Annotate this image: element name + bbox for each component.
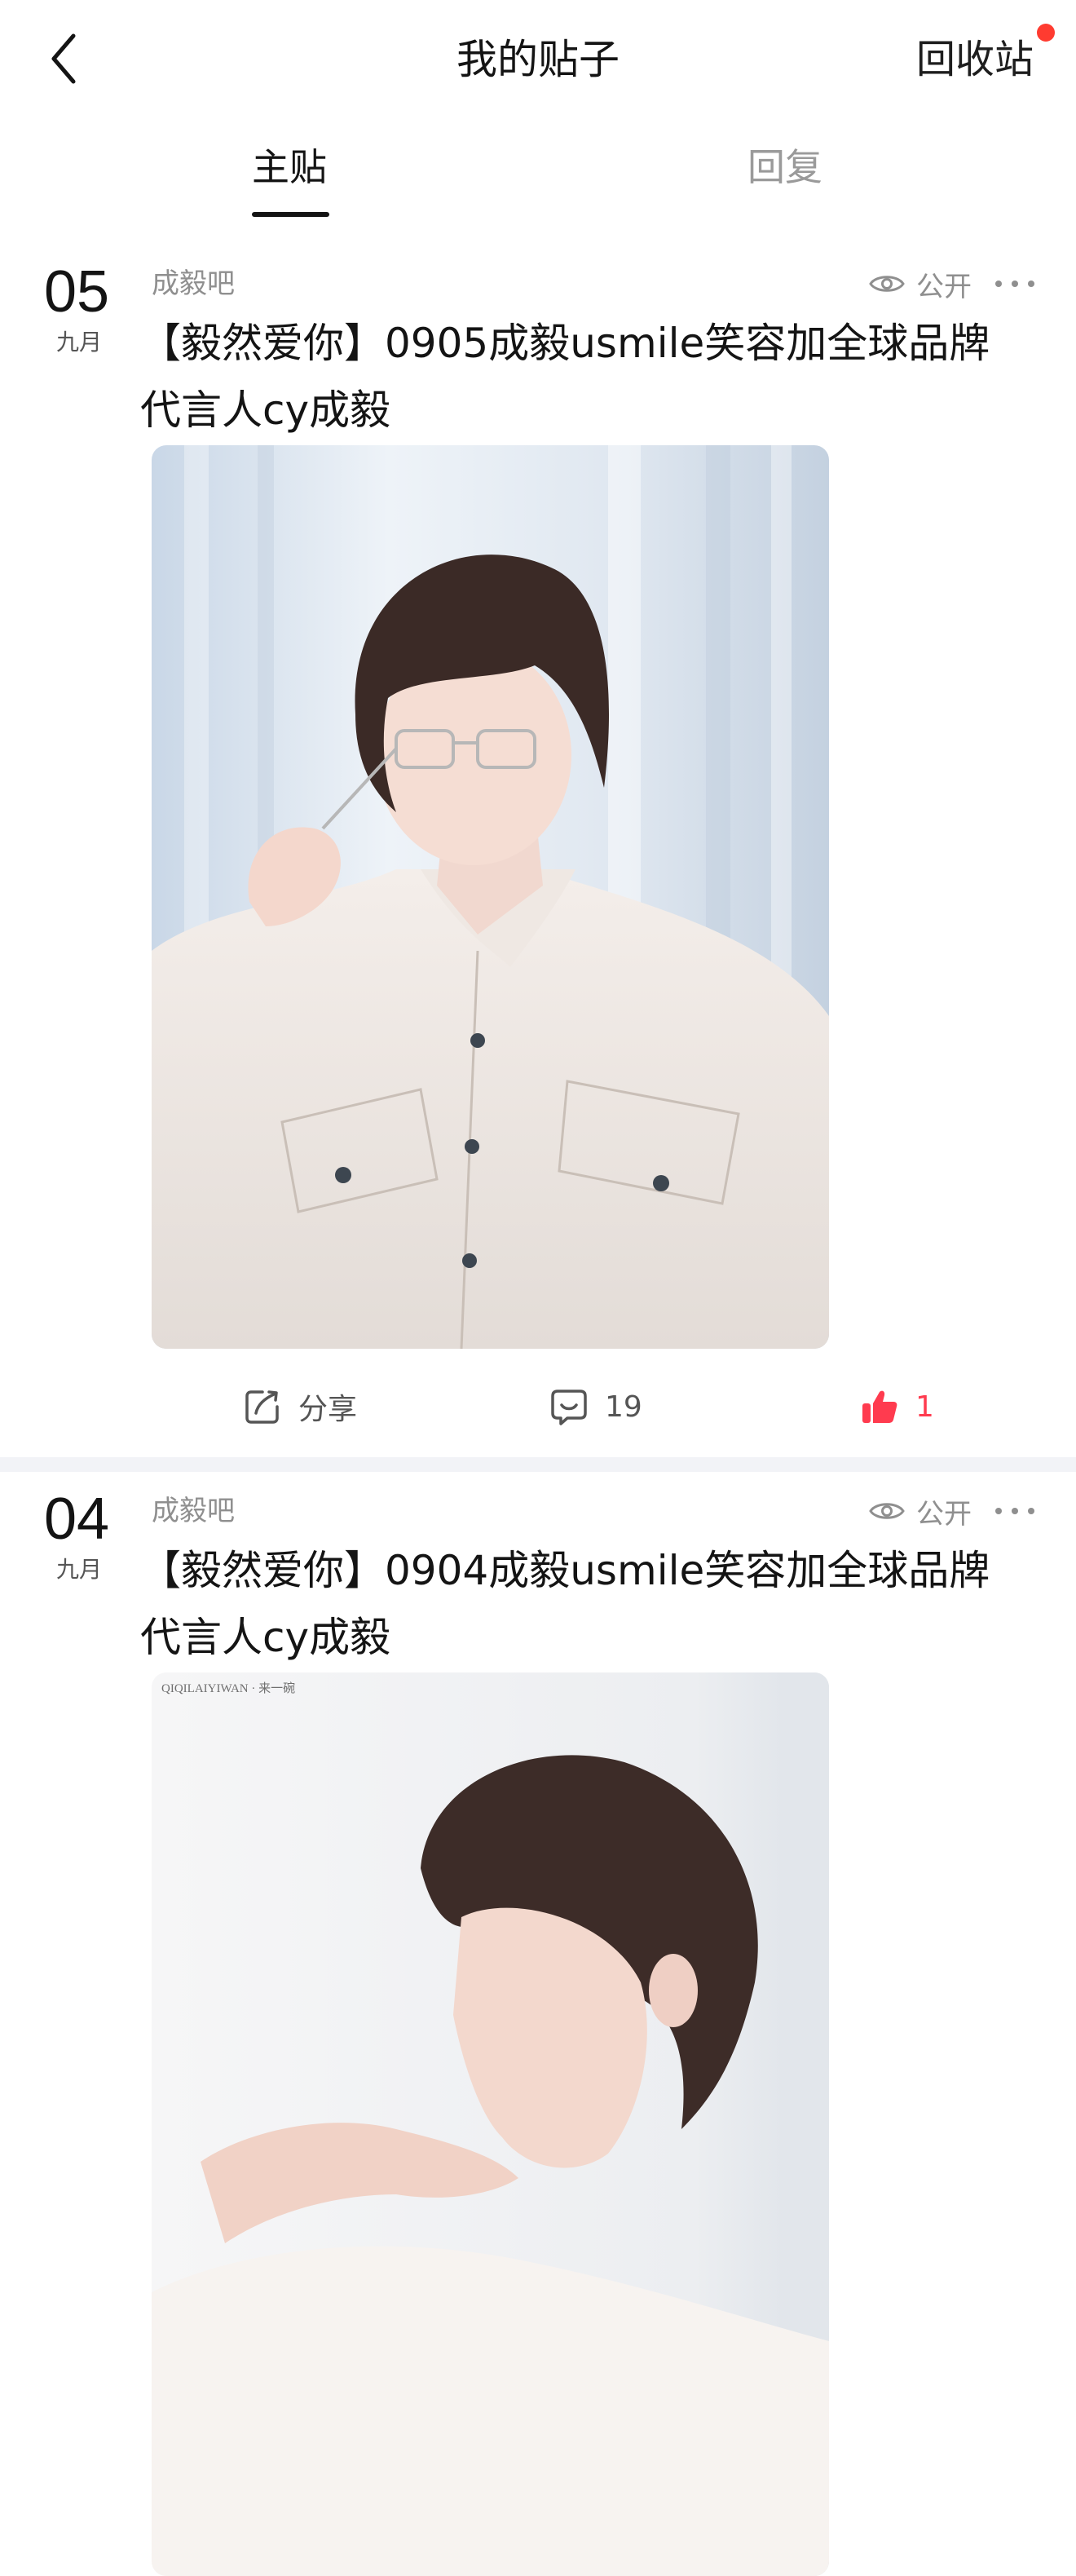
page-title: 我的贴子 [456, 36, 620, 83]
share-label: 分享 [298, 1393, 358, 1426]
more-dots-icon [995, 1508, 1034, 1514]
post-card[interactable]: 04 九月 成毅吧 公开 【毅然爱你】0904成毅usmile笑容加全球品牌代言… [0, 1472, 1076, 2576]
eye-icon [869, 1503, 905, 1519]
comment-icon [551, 1390, 587, 1425]
notification-dot [1037, 24, 1055, 42]
visibility-label: 公开 [916, 1497, 972, 1531]
forum-name[interactable]: 成毅吧 [152, 264, 235, 303]
visibility-toggle[interactable]: 公开 [869, 1491, 972, 1531]
eye-icon [869, 276, 905, 292]
post-date-month: 九月 [56, 329, 103, 356]
post-image[interactable]: QIQILAIYIWAN · 来一碗 [152, 1672, 829, 2576]
visibility-label: 公开 [916, 270, 972, 303]
photo-portrait-glasses [152, 445, 829, 1349]
post-image[interactable] [152, 445, 829, 1349]
post-date-day: 04 [44, 1487, 110, 1552]
like-button[interactable]: 1 [860, 1370, 934, 1443]
post-title[interactable]: 【毅然爱你】0904成毅usmile笑容加全球品牌代言人cy成毅 [140, 1537, 1029, 1671]
tab-main-posts[interactable]: 主贴 [252, 139, 327, 196]
image-watermark: QIQILAIYIWAN · 来一碗 [161, 1681, 295, 1695]
visibility-toggle[interactable]: 公开 [869, 264, 972, 303]
comment-button[interactable]: 19 [549, 1370, 642, 1443]
forum-name[interactable]: 成毅吧 [152, 1491, 235, 1531]
post-title[interactable]: 【毅然爱你】0905成毅usmile笑容加全球品牌代言人cy成毅 [140, 310, 1029, 444]
share-icon [245, 1390, 279, 1424]
post-separator [0, 1457, 1076, 1472]
post-date-day: 05 [44, 259, 110, 325]
share-button[interactable]: 分享 [243, 1370, 357, 1443]
like-count: 1 [915, 1390, 934, 1424]
post-action-bar: 分享 19 1 [0, 1370, 1076, 1443]
tab-bar: 主贴 回复 [0, 130, 1076, 228]
tab-replies[interactable]: 回复 [747, 139, 822, 196]
more-options-button[interactable] [993, 264, 1037, 303]
recycle-bin-button[interactable]: 回收站 [916, 31, 1034, 88]
post-date-month: 九月 [56, 1556, 103, 1583]
photo-portrait-hand-chin: QIQILAIYIWAN · 来一碗 [152, 1672, 829, 2576]
comment-count: 19 [605, 1390, 642, 1424]
more-dots-icon [995, 281, 1034, 287]
thumbs-up-icon [862, 1390, 897, 1423]
active-tab-indicator [252, 212, 329, 217]
more-options-button[interactable] [993, 1491, 1037, 1531]
post-card[interactable]: 05 九月 成毅吧 公开 【毅然爱你】0905成毅usmile笑容加全球品牌代言… [0, 245, 1076, 1457]
top-navigation-bar: 我的贴子 回收站 [0, 0, 1076, 118]
